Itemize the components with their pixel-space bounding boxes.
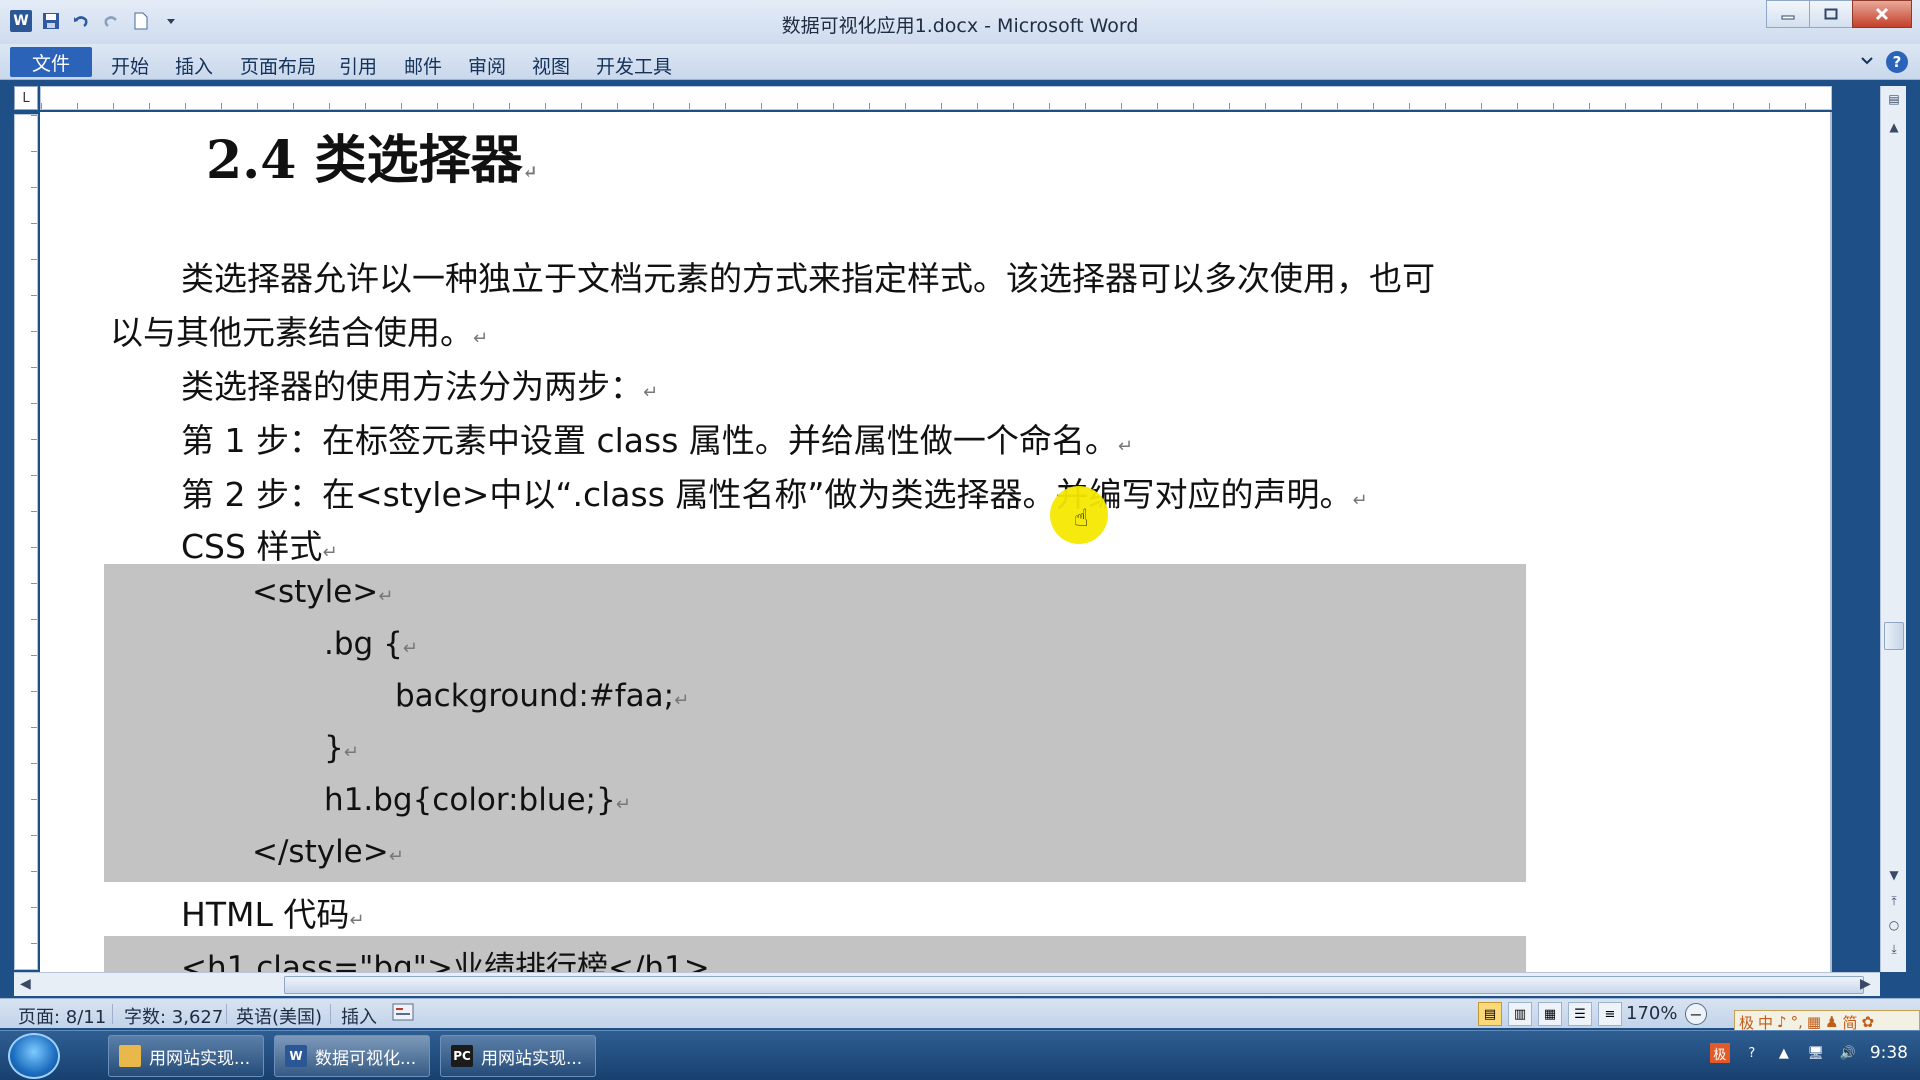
taskbar-item-label: 用网站实现... <box>149 1048 251 1069</box>
status-bar: 页面: 8/11 字数: 3,627 英语(美国) 插入 ▤ ▥ ▦ ☰ ≡ 1… <box>0 998 1920 1028</box>
word-icon: W <box>285 1045 307 1067</box>
code-line: background:#faa;↵ <box>395 678 690 714</box>
word-count[interactable]: 字数: 3,627 <box>124 1003 223 1029</box>
hand-cursor-icon: ☝ <box>1074 504 1089 532</box>
tab-references[interactable]: 引用 <box>339 52 377 79</box>
status-separator <box>226 1004 227 1024</box>
ribbon-tabs: 文件 开始 插入 页面布局 引用 邮件 审阅 视图 开发工具 ? <box>0 44 1920 80</box>
zoom-out-button[interactable]: − <box>1685 1003 1707 1025</box>
full-screen-reading-icon[interactable]: ▥ <box>1508 1002 1532 1026</box>
print-layout-view-icon[interactable]: ▤ <box>1478 1002 1502 1026</box>
ribbon-right-controls: ? <box>1860 51 1908 73</box>
taskbar-item-pycharm[interactable]: PC 用网站实现... <box>440 1035 596 1077</box>
ruler-toggle-icon[interactable]: ▤ <box>1884 90 1904 108</box>
previous-page-icon[interactable]: ⤒ <box>1884 892 1904 910</box>
expand-ribbon-icon[interactable] <box>1860 53 1874 72</box>
taskbar-item-label: 数据可视化... <box>315 1048 417 1069</box>
ime-skin-icon[interactable]: ♟ <box>1825 1013 1838 1031</box>
horizontal-scroll-thumb[interactable] <box>284 976 1864 994</box>
insert-mode[interactable]: 插入 <box>341 1003 377 1029</box>
horizontal-scrollbar[interactable]: ◀ ▶ <box>14 972 1880 996</box>
title-bar: W 数据可视化应用1.docx - Microsoft Word <box>0 0 1920 44</box>
vertical-ruler[interactable] <box>14 114 38 970</box>
minimize-button[interactable] <box>1766 0 1810 28</box>
tab-home[interactable]: 开始 <box>111 52 149 79</box>
window-title: 数据可视化应用1.docx - Microsoft Word <box>781 15 1139 37</box>
taskbar-item-word[interactable]: W 数据可视化... <box>274 1035 430 1077</box>
web-layout-icon[interactable]: ▦ <box>1538 1002 1562 1026</box>
show-hidden-icons-icon[interactable]: ▲ <box>1774 1043 1794 1063</box>
html-code-label: HTML 代码↵ <box>181 895 365 934</box>
taskbar: 用网站实现... W 数据可视化... PC 用网站实现... 极 ? ▲ 🖥 … <box>0 1030 1920 1080</box>
volume-icon[interactable]: 🔊 <box>1838 1043 1858 1063</box>
vertical-scroll-thumb[interactable] <box>1884 622 1904 650</box>
code-line: .bg {↵ <box>324 626 418 662</box>
code-line: </style>↵ <box>252 834 404 870</box>
system-tray: 极 ? ▲ 🖥 🔊 9:38 <box>1709 1043 1908 1063</box>
ime-halfwidth-icon[interactable]: ♪ <box>1777 1013 1787 1031</box>
window-controls <box>1766 0 1912 28</box>
tab-mailings[interactable]: 邮件 <box>404 52 442 79</box>
scroll-left-icon[interactable]: ◀ <box>20 976 31 992</box>
language-indicator[interactable]: 英语(美国) <box>236 1003 322 1029</box>
next-page-icon[interactable]: ⤓ <box>1884 940 1904 958</box>
clock[interactable]: 9:38 <box>1870 1043 1908 1063</box>
scroll-right-icon[interactable]: ▶ <box>1860 976 1871 992</box>
ime-punctuation-icon[interactable]: °, <box>1791 1013 1803 1031</box>
network-icon[interactable]: 🖥 <box>1806 1043 1826 1063</box>
ime-settings-icon[interactable]: ✿ <box>1862 1013 1875 1031</box>
paragraph-step-1: 第 1 步：在标签元素中设置 class 属性。并给属性做一个命名。↵ <box>181 421 1133 460</box>
scroll-up-icon[interactable]: ▲ <box>1884 118 1904 136</box>
code-line: }↵ <box>324 730 359 766</box>
vertical-scrollbar[interactable]: ▤ ▲ ▼ ⤒ ○ ⤓ <box>1880 86 1906 972</box>
help-icon[interactable]: ? <box>1886 51 1908 73</box>
code-line: h1.bg{color:blue;}↵ <box>324 782 631 818</box>
browse-object-icon[interactable]: ○ <box>1884 916 1904 934</box>
folder-icon <box>119 1045 141 1067</box>
help-tray-icon[interactable]: ? <box>1742 1043 1762 1063</box>
css-style-label: CSS 样式↵ <box>181 527 338 566</box>
scroll-down-icon[interactable]: ▼ <box>1884 866 1904 884</box>
document-area: 2.4 类选择器↵ 类选择器允许以一种独立于文档元素的方式来指定样式。该选择器可… <box>40 112 1832 972</box>
zoom-level[interactable]: 170% <box>1626 1003 1677 1024</box>
tab-developer[interactable]: 开发工具 <box>596 52 672 79</box>
paragraph-1-continued: 以与其他元素结合使用。↵ <box>110 313 489 352</box>
paragraph-2: 类选择器的使用方法分为两步：↵ <box>181 367 659 406</box>
macro-record-icon[interactable] <box>392 1002 414 1027</box>
paragraph-1: 类选择器允许以一种独立于文档元素的方式来指定样式。该选择器可以多次使用，也可 <box>181 259 1435 298</box>
paragraph-step-2: 第 2 步：在<style>中以“.class 属性名称”做为类选择器。并编写对… <box>181 475 1368 514</box>
ime-tray-icon[interactable]: 极 <box>1709 1043 1730 1063</box>
document-page[interactable]: 2.4 类选择器↵ 类选择器允许以一种独立于文档元素的方式来指定样式。该选择器可… <box>40 112 1830 972</box>
tab-page-layout[interactable]: 页面布局 <box>240 52 316 79</box>
draft-view-icon[interactable]: ≡ <box>1598 1002 1622 1026</box>
horizontal-ruler[interactable] <box>40 86 1832 110</box>
tab-file[interactable]: 文件 <box>10 47 92 77</box>
tab-review[interactable]: 审阅 <box>468 52 506 79</box>
taskbar-item-folder[interactable]: 用网站实现... <box>108 1035 264 1077</box>
status-separator <box>112 1004 113 1024</box>
tab-selector[interactable]: L <box>14 86 38 110</box>
tab-insert[interactable]: 插入 <box>175 52 213 79</box>
tab-view[interactable]: 视图 <box>532 52 570 79</box>
page-indicator[interactable]: 页面: 8/11 <box>18 1003 106 1029</box>
status-separator <box>330 1004 331 1024</box>
section-heading: 2.4 类选择器↵ <box>206 130 538 191</box>
ime-keyboard-icon[interactable]: ▦ <box>1807 1013 1821 1031</box>
start-button[interactable] <box>8 1033 60 1079</box>
close-button[interactable] <box>1852 0 1912 28</box>
code-line: <style>↵ <box>252 574 394 610</box>
pycharm-icon: PC <box>451 1045 473 1067</box>
view-buttons: ▤ ▥ ▦ ☰ ≡ <box>1478 1002 1622 1026</box>
code-line: <h1 class="bg">业绩排行榜</h1> <box>181 950 710 972</box>
outline-view-icon[interactable]: ☰ <box>1568 1002 1592 1026</box>
restore-button[interactable] <box>1809 0 1853 28</box>
taskbar-item-label: 用网站实现... <box>481 1048 583 1069</box>
